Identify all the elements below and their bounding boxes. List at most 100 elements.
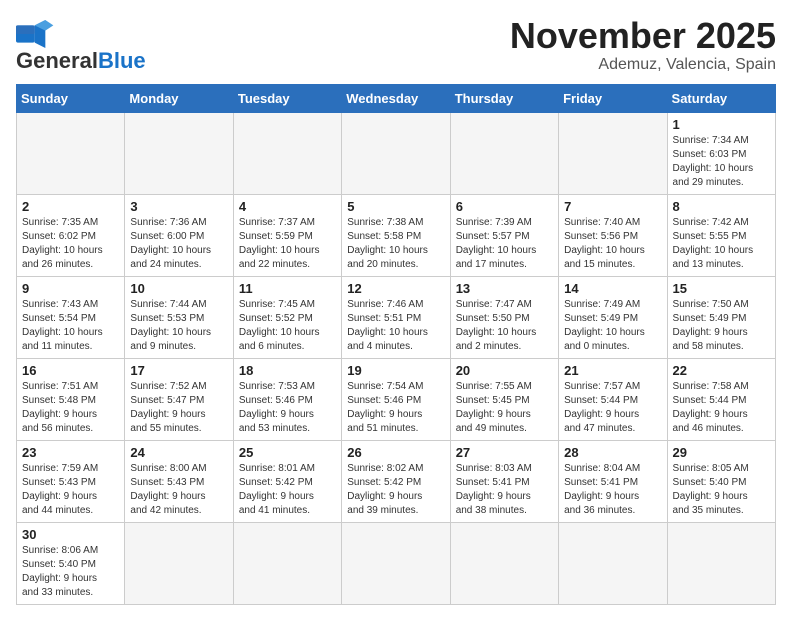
day-info: Sunrise: 7:57 AM Sunset: 5:44 PM Dayligh… (564, 380, 661, 436)
calendar-cell (342, 522, 450, 604)
calendar-cell: 15 Sunrise: 7:50 AM Sunset: 5:49 PM Dayli… (667, 276, 775, 358)
day-number: 12 (347, 281, 444, 296)
calendar-cell: 8 Sunrise: 7:42 AM Sunset: 5:55 PM Daylig… (667, 194, 775, 276)
day-number: 10 (130, 281, 227, 296)
day-info: Sunrise: 7:59 AM Sunset: 5:43 PM Dayligh… (22, 462, 119, 518)
calendar-cell: 24Sunrise: 8:00 AM Sunset: 5:43 PM Dayli… (125, 440, 233, 522)
day-header-saturday: Saturday (667, 84, 775, 112)
day-info: Sunrise: 7:52 AM Sunset: 5:47 PM Dayligh… (130, 380, 227, 436)
calendar-cell: 16Sunrise: 7:51 AM Sunset: 5:48 PM Dayli… (17, 358, 125, 440)
day-info: Sunrise: 8:05 AM Sunset: 5:40 PM Dayligh… (673, 462, 770, 518)
calendar-cell: 5 Sunrise: 7:38 AM Sunset: 5:58 PM Daylig… (342, 194, 450, 276)
day-info: Sunrise: 8:04 AM Sunset: 5:41 PM Dayligh… (564, 462, 661, 518)
calendar-cell: 19 Sunrise: 7:54 AM Sunset: 5:46 PM Dayli… (342, 358, 450, 440)
day-number: 23 (22, 445, 119, 460)
logo: GeneralBlue (16, 20, 146, 72)
day-info: Sunrise: 7:34 AM Sunset: 6:03 PM Dayligh… (673, 134, 770, 190)
day-number: 17 (130, 363, 227, 378)
calendar-cell: 3 Sunrise: 7:36 AM Sunset: 6:00 PM Daylig… (125, 194, 233, 276)
day-info: Sunrise: 8:02 AM Sunset: 5:42 PM Dayligh… (347, 462, 444, 518)
calendar-cell: 20 Sunrise: 7:55 AM Sunset: 5:45 PM Dayli… (450, 358, 558, 440)
calendar-cell (667, 522, 775, 604)
day-info: Sunrise: 7:58 AM Sunset: 5:44 PM Dayligh… (673, 380, 770, 436)
calendar-cell (17, 112, 125, 194)
calendar-cell (233, 522, 341, 604)
day-info: Sunrise: 7:45 AM Sunset: 5:52 PM Dayligh… (239, 298, 336, 354)
day-number: 20 (456, 363, 553, 378)
calendar-cell: 6Sunrise: 7:39 AM Sunset: 5:57 PM Daylig… (450, 194, 558, 276)
day-number: 28 (564, 445, 661, 460)
day-number: 26 (347, 445, 444, 460)
logo-svg (16, 20, 56, 48)
day-info: Sunrise: 8:06 AM Sunset: 5:40 PM Dayligh… (22, 544, 119, 600)
calendar-cell: 1Sunrise: 7:34 AM Sunset: 6:03 PM Daylig… (667, 112, 775, 194)
calendar-cell: 21Sunrise: 7:57 AM Sunset: 5:44 PM Dayli… (559, 358, 667, 440)
day-number: 9 (22, 281, 119, 296)
day-number: 3 (130, 199, 227, 214)
day-info: Sunrise: 7:47 AM Sunset: 5:50 PM Dayligh… (456, 298, 553, 354)
day-number: 18 (239, 363, 336, 378)
day-number: 29 (673, 445, 770, 460)
location-title: Ademuz, Valencia, Spain (510, 56, 776, 74)
day-number: 19 (347, 363, 444, 378)
day-number: 25 (239, 445, 336, 460)
day-number: 13 (456, 281, 553, 296)
day-info: Sunrise: 8:01 AM Sunset: 5:42 PM Dayligh… (239, 462, 336, 518)
calendar-cell (125, 522, 233, 604)
day-header-monday: Monday (125, 84, 233, 112)
day-info: Sunrise: 7:49 AM Sunset: 5:49 PM Dayligh… (564, 298, 661, 354)
day-number: 11 (239, 281, 336, 296)
day-header-thursday: Thursday (450, 84, 558, 112)
day-info: Sunrise: 7:55 AM Sunset: 5:45 PM Dayligh… (456, 380, 553, 436)
day-number: 5 (347, 199, 444, 214)
day-number: 14 (564, 281, 661, 296)
logo-blue: Blue (98, 50, 146, 72)
day-info: Sunrise: 7:50 AM Sunset: 5:49 PM Dayligh… (673, 298, 770, 354)
calendar-cell (559, 522, 667, 604)
calendar-cell: 23 Sunrise: 7:59 AM Sunset: 5:43 PM Dayli… (17, 440, 125, 522)
day-info: Sunrise: 7:42 AM Sunset: 5:55 PM Dayligh… (673, 216, 770, 272)
day-number: 16 (22, 363, 119, 378)
calendar-cell: 25 Sunrise: 8:01 AM Sunset: 5:42 PM Dayli… (233, 440, 341, 522)
day-number: 4 (239, 199, 336, 214)
header: GeneralBlue November 2025 Ademuz, Valenc… (16, 16, 776, 74)
day-header-tuesday: Tuesday (233, 84, 341, 112)
day-header-sunday: Sunday (17, 84, 125, 112)
day-header-wednesday: Wednesday (342, 84, 450, 112)
day-number: 30 (22, 527, 119, 542)
day-info: Sunrise: 7:43 AM Sunset: 5:54 PM Dayligh… (22, 298, 119, 354)
calendar-cell (559, 112, 667, 194)
day-number: 8 (673, 199, 770, 214)
calendar-cell: 14 Sunrise: 7:49 AM Sunset: 5:49 PM Dayli… (559, 276, 667, 358)
day-info: Sunrise: 7:39 AM Sunset: 5:57 PM Dayligh… (456, 216, 553, 272)
calendar-cell: 26 Sunrise: 8:02 AM Sunset: 5:42 PM Dayli… (342, 440, 450, 522)
calendar-cell: 29 Sunrise: 8:05 AM Sunset: 5:40 PM Dayli… (667, 440, 775, 522)
calendar-cell (233, 112, 341, 194)
calendar-cell: 17 Sunrise: 7:52 AM Sunset: 5:47 PM Dayli… (125, 358, 233, 440)
calendar-cell: 11 Sunrise: 7:45 AM Sunset: 5:52 PM Dayli… (233, 276, 341, 358)
day-info: Sunrise: 7:54 AM Sunset: 5:46 PM Dayligh… (347, 380, 444, 436)
day-info: Sunrise: 8:03 AM Sunset: 5:41 PM Dayligh… (456, 462, 553, 518)
day-number: 27 (456, 445, 553, 460)
calendar-cell: 30 Sunrise: 8:06 AM Sunset: 5:40 PM Dayli… (17, 522, 125, 604)
day-number: 7 (564, 199, 661, 214)
calendar-cell (125, 112, 233, 194)
calendar-cell: 18Sunrise: 7:53 AM Sunset: 5:46 PM Dayli… (233, 358, 341, 440)
day-info: Sunrise: 7:38 AM Sunset: 5:58 PM Dayligh… (347, 216, 444, 272)
day-info: Sunrise: 7:36 AM Sunset: 6:00 PM Dayligh… (130, 216, 227, 272)
week-row-5: 23 Sunrise: 7:59 AM Sunset: 5:43 PM Dayli… (17, 440, 776, 522)
day-info: Sunrise: 7:44 AM Sunset: 5:53 PM Dayligh… (130, 298, 227, 354)
calendar-table: SundayMondayTuesdayWednesdayThursdayFrid… (16, 84, 776, 605)
calendar-cell: 4Sunrise: 7:37 AM Sunset: 5:59 PM Daylig… (233, 194, 341, 276)
day-number: 2 (22, 199, 119, 214)
calendar-cell: 2Sunrise: 7:35 AM Sunset: 6:02 PM Daylig… (17, 194, 125, 276)
logo-general: General (16, 50, 98, 72)
week-row-4: 16Sunrise: 7:51 AM Sunset: 5:48 PM Dayli… (17, 358, 776, 440)
calendar-cell: 9 Sunrise: 7:43 AM Sunset: 5:54 PM Daylig… (17, 276, 125, 358)
day-number: 15 (673, 281, 770, 296)
day-header-friday: Friday (559, 84, 667, 112)
calendar-cell: 22Sunrise: 7:58 AM Sunset: 5:44 PM Dayli… (667, 358, 775, 440)
title-area: November 2025 Ademuz, Valencia, Spain (510, 16, 776, 74)
day-number: 24 (130, 445, 227, 460)
calendar-cell: 28 Sunrise: 8:04 AM Sunset: 5:41 PM Dayli… (559, 440, 667, 522)
